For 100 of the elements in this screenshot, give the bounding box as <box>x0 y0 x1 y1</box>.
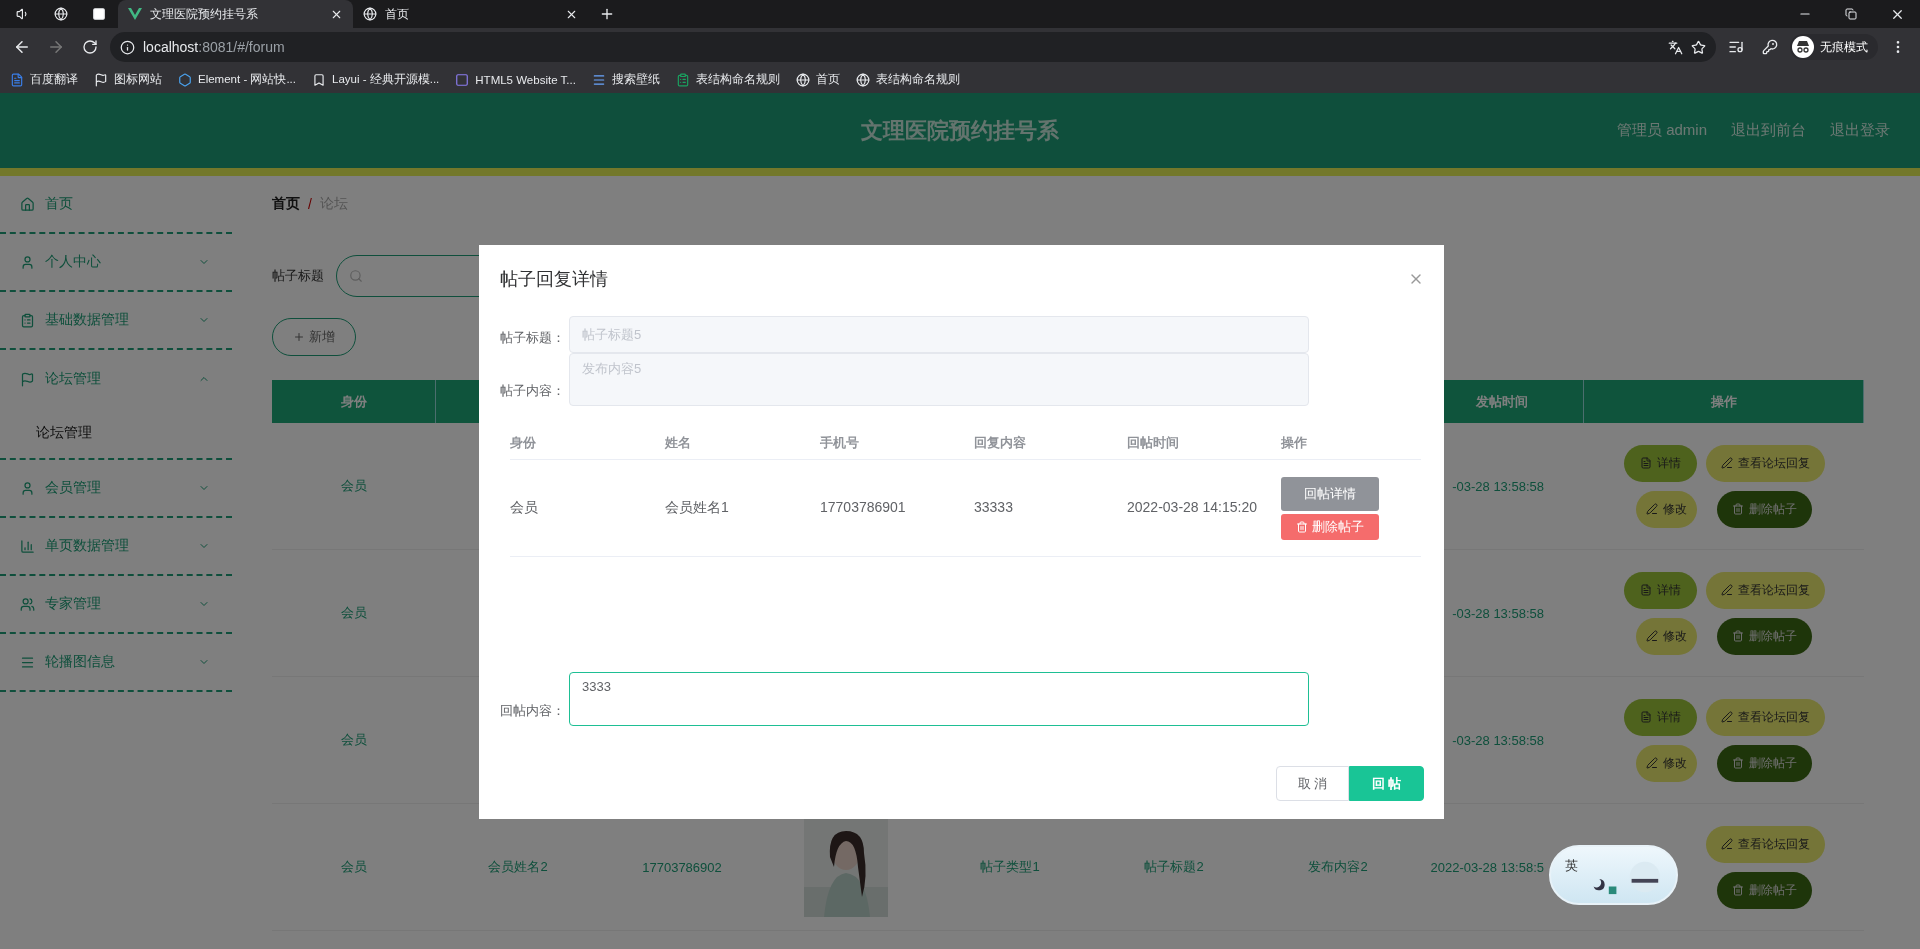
globe-icon <box>855 72 870 87</box>
bookmark-icon <box>312 72 326 87</box>
document-icon <box>10 72 24 87</box>
table-cell: 33333 <box>974 460 1127 557</box>
playlist-icon <box>1728 39 1744 55</box>
sidebar-subitem[interactable]: 论坛管理 <box>0 408 232 458</box>
incognito-icon <box>1792 36 1814 58</box>
table-cell: 会员姓名1 <box>665 460 820 557</box>
globe-icon <box>363 7 377 21</box>
replies-button[interactable]: 查看论坛回复 <box>1705 825 1825 863</box>
reload-icon <box>82 39 98 55</box>
pencil-icon <box>1720 838 1733 850</box>
sidebar-item[interactable]: 单页数据管理 <box>0 518 232 576</box>
sidebar-item[interactable]: 专家管理 <box>0 576 232 634</box>
square-icon <box>455 72 470 87</box>
field-label: 帖子标题 <box>272 267 324 285</box>
bookmark[interactable]: Element - 网站快... <box>178 72 296 87</box>
browser-tab[interactable]: 首页 <box>353 0 588 28</box>
column-header: 操作 <box>1584 380 1864 423</box>
browser-tab[interactable]: 文理医院预约挂号系 <box>118 0 353 28</box>
header-link[interactable]: 退出登录 <box>1830 121 1890 140</box>
bookmark[interactable]: Layui - 经典开源模... <box>312 72 440 87</box>
delete-button[interactable]: 删除帖子 <box>1717 617 1812 655</box>
replies-button[interactable]: 查看论坛回复 <box>1705 444 1825 482</box>
column-header: 操作 <box>1281 426 1421 460</box>
star-icon[interactable] <box>1691 39 1706 55</box>
edit-button[interactable]: 修改 <box>1636 490 1697 528</box>
forward-arrow-icon <box>47 38 65 56</box>
plus-icon <box>293 331 305 343</box>
reply-button[interactable]: 回 帖 <box>1349 766 1424 801</box>
hexagon-icon <box>178 72 192 87</box>
translate-icon[interactable] <box>1668 39 1683 55</box>
column-header: 手机号 <box>820 426 974 460</box>
delete-button[interactable]: 删除帖子 <box>1281 513 1379 540</box>
document-icon <box>1639 711 1652 723</box>
key-icon <box>1762 39 1778 55</box>
replies-button[interactable]: 查看论坛回复 <box>1705 698 1825 736</box>
detail-button[interactable]: 详情 <box>1623 444 1697 482</box>
sidebar-item[interactable]: 轮播图信息 <box>0 634 232 692</box>
document-icon <box>1639 457 1652 469</box>
delete-button[interactable]: 删除帖子 <box>1717 871 1812 909</box>
bookmark[interactable]: 表结构命名规则 <box>675 72 780 87</box>
pencil-icon <box>1646 630 1658 642</box>
bookmark[interactable]: 图标网站 <box>94 72 162 87</box>
address-bar[interactable]: localhost:8081/#/forum <box>110 32 1716 62</box>
sidebar-item[interactable]: 基础数据管理 <box>0 292 232 350</box>
info-icon <box>120 39 135 55</box>
detail-button[interactable]: 详情 <box>1623 571 1697 609</box>
profile-chip[interactable]: 无痕模式 <box>1790 34 1878 60</box>
delete-button[interactable]: 删除帖子 <box>1717 490 1812 528</box>
edit-button[interactable]: 修改 <box>1636 617 1697 655</box>
field-label: 帖子标题： <box>500 329 566 347</box>
header-link[interactable]: 退出到前台 <box>1731 121 1806 140</box>
sidebar-item[interactable]: 首页 <box>0 176 232 234</box>
trash-icon <box>1732 884 1744 896</box>
field-label: 帖子内容： <box>500 382 566 400</box>
table-cell: 会员 <box>510 460 665 557</box>
sidebar-item[interactable]: 个人中心 <box>0 234 232 292</box>
replies-button[interactable]: 查看论坛回复 <box>1705 571 1825 609</box>
ime-toolbar[interactable]: 英 <box>1549 845 1678 905</box>
bookmark[interactable]: 搜索壁纸 <box>591 72 660 87</box>
trash-icon <box>1296 520 1308 533</box>
menu-item-icon <box>20 480 35 496</box>
table-cell: 会员 <box>272 677 436 804</box>
column-header: 身份 <box>272 380 436 423</box>
square-icon <box>92 7 106 21</box>
lines-icon <box>591 72 606 87</box>
delete-button[interactable]: 删除帖子 <box>1717 744 1812 782</box>
globe-icon <box>54 7 68 21</box>
plus-icon <box>599 6 615 22</box>
menu-item-icon <box>20 196 35 212</box>
column-header: 身份 <box>510 426 665 460</box>
pencil-icon <box>1646 757 1658 769</box>
restore-icon <box>1845 8 1857 20</box>
menu-item-icon <box>20 371 35 387</box>
bookmark[interactable]: 首页 <box>795 72 840 87</box>
cancel-button[interactable]: 取 消 <box>1276 766 1349 801</box>
sidebar-item[interactable]: 论坛管理 <box>0 350 232 408</box>
column-header: 回帖时间 <box>1127 426 1281 460</box>
detail-button[interactable]: 详情 <box>1623 698 1697 736</box>
trash-icon <box>1732 757 1744 769</box>
globe-icon <box>795 72 810 87</box>
table-cell: 会员 <box>272 804 436 931</box>
breadcrumb-item[interactable]: 首页 <box>272 195 300 213</box>
v-logo-icon <box>128 8 142 20</box>
bookmark[interactable]: 表结构命名规则 <box>855 72 960 87</box>
sidebar-item[interactable]: 会员管理 <box>0 460 232 518</box>
menu-item-icon <box>20 254 35 270</box>
pencil-icon <box>1646 503 1658 515</box>
column-header: 姓名 <box>665 426 820 460</box>
table-cell: 会员 <box>272 423 436 550</box>
add-button[interactable]: 新增 <box>272 318 356 356</box>
menu-item-icon <box>20 654 35 670</box>
reply-text-area[interactable]: 3333 <box>569 672 1309 726</box>
edit-button[interactable]: 修改 <box>1636 744 1697 782</box>
bookmark[interactable]: HTML5 Website T... <box>455 72 576 87</box>
pencil-icon <box>1720 584 1733 596</box>
bookmark[interactable]: 百度翻译 <box>10 72 78 87</box>
clipboard-icon <box>675 72 690 87</box>
detail-button[interactable]: 回帖详情 <box>1281 476 1379 511</box>
